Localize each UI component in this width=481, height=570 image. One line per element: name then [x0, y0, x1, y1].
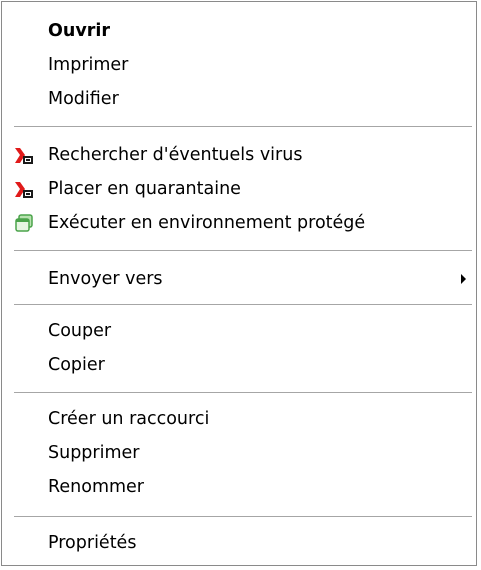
menu-item-label: Créer un raccourci	[48, 409, 210, 429]
menu-separator	[14, 516, 472, 518]
menu-item-label: Ouvrir	[48, 21, 111, 41]
menu-item-quarantine[interactable]: Placer en quarantaine	[2, 172, 476, 206]
menu-separator	[14, 126, 472, 128]
menu-separator	[14, 304, 472, 306]
context-menu: Ouvrir Imprimer Modifier Rechercher d'év…	[1, 1, 477, 566]
menu-item-cut[interactable]: Couper	[2, 314, 476, 348]
menu-item-scan-virus[interactable]: Rechercher d'éventuels virus	[2, 138, 476, 172]
menu-item-properties[interactable]: Propriétés	[2, 526, 476, 560]
menu-item-copy[interactable]: Copier	[2, 348, 476, 382]
menu-item-print[interactable]: Imprimer	[2, 48, 476, 82]
menu-item-open[interactable]: Ouvrir	[2, 14, 476, 48]
kaspersky-scan-icon	[14, 145, 34, 165]
menu-item-send-to[interactable]: Envoyer vers	[2, 262, 476, 296]
menu-item-edit[interactable]: Modifier	[2, 82, 476, 116]
menu-item-label: Couper	[48, 321, 112, 341]
sandbox-window-icon	[14, 213, 34, 233]
menu-item-label: Propriétés	[48, 533, 137, 553]
kaspersky-quarantine-icon	[14, 179, 34, 199]
menu-separator	[14, 392, 472, 394]
menu-item-delete[interactable]: Supprimer	[2, 436, 476, 470]
menu-item-create-shortcut[interactable]: Créer un raccourci	[2, 402, 476, 436]
menu-item-label: Rechercher d'éventuels virus	[48, 145, 303, 165]
menu-item-rename[interactable]: Renommer	[2, 470, 476, 504]
menu-item-label: Renommer	[48, 477, 144, 497]
menu-separator	[14, 250, 472, 252]
menu-item-label: Exécuter en environnement protégé	[48, 213, 366, 233]
menu-item-label: Supprimer	[48, 443, 140, 463]
menu-item-label: Placer en quarantaine	[48, 179, 241, 199]
menu-item-label: Modifier	[48, 89, 119, 109]
menu-item-label: Copier	[48, 355, 105, 375]
submenu-arrow-icon	[461, 274, 466, 284]
menu-item-label: Imprimer	[48, 55, 129, 75]
menu-item-run-sandbox[interactable]: Exécuter en environnement protégé	[2, 206, 476, 240]
menu-item-label: Envoyer vers	[48, 269, 163, 289]
